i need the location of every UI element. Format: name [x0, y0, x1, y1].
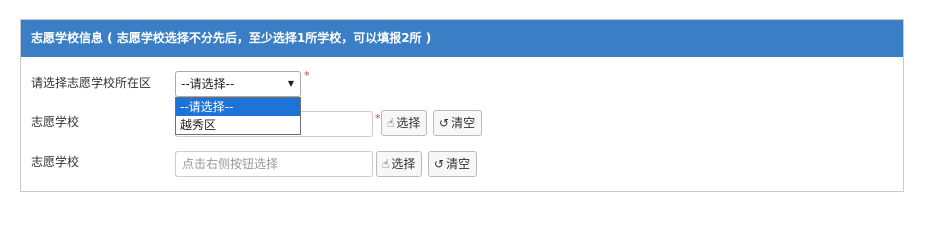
school-preference-panel: 志愿学校信息 ( 志愿学校选择不分先后，至少选择1所学校，可以填报2所 ) 请选…	[20, 19, 904, 192]
district-label: 请选择志愿学校所在区	[31, 76, 152, 90]
school2-select-label: 选择	[391, 157, 416, 171]
caret-down-icon: ▼	[287, 79, 294, 88]
school1-clear-button[interactable]: ↺ 清空	[433, 110, 483, 136]
school2-input[interactable]: 点击右侧按钮选择	[175, 151, 373, 177]
school2-clear-button[interactable]: ↺ 清空	[428, 151, 478, 177]
district-dropdown-list: --请选择-- 越秀区	[175, 97, 301, 135]
school1-required-mark: *	[375, 112, 381, 125]
dropdown-option[interactable]: 越秀区	[176, 116, 300, 134]
district-select-value: --请选择--	[181, 77, 235, 91]
school2-select-button[interactable]: ☝ 选择	[376, 151, 423, 177]
district-select[interactable]: --请选择-- ▼	[175, 71, 301, 97]
undo-icon: ↺	[439, 116, 450, 130]
panel-title: 志愿学校信息 ( 志愿学校选择不分先后，至少选择1所学校，可以填报2所 )	[21, 20, 903, 57]
pointing-hand-icon: ☝	[382, 157, 390, 171]
district-required-mark: *	[304, 69, 310, 82]
school1-label: 志愿学校	[31, 115, 80, 129]
pointing-hand-icon: ☝	[387, 116, 395, 130]
undo-icon: ↺	[434, 157, 445, 171]
school2-clear-label: 清空	[446, 157, 471, 171]
school2-label: 志愿学校	[31, 155, 80, 169]
school1-clear-label: 清空	[451, 116, 476, 130]
dropdown-option[interactable]: --请选择--	[176, 98, 300, 116]
school1-select-label: 选择	[396, 116, 421, 130]
school1-select-button[interactable]: ☝ 选择	[381, 110, 428, 136]
